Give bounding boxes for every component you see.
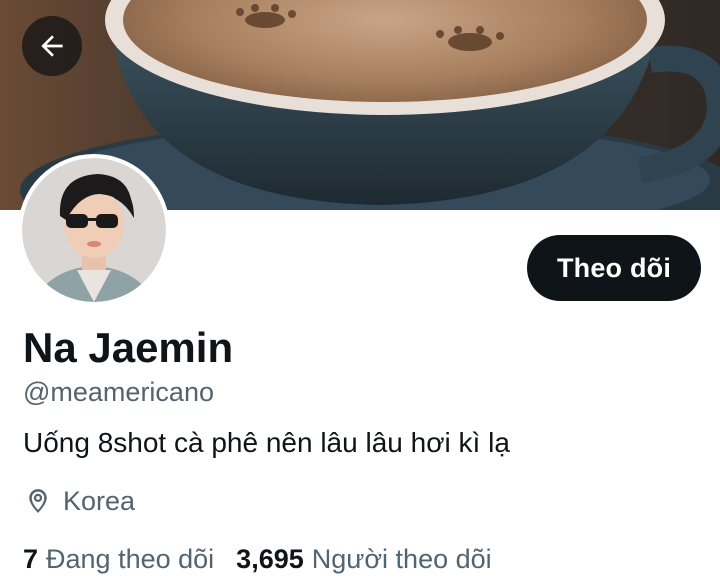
followers-stat[interactable]: 3,695 Người theo dõi [236, 544, 491, 575]
profile-bio: Uống 8shot cà phê nên lâu lâu hơi kì lạ [23, 427, 510, 458]
arrow-left-icon [41, 35, 63, 57]
follow-stats: 7 Đang theo dõi 3,695 Người theo dõi [23, 541, 492, 577]
profile-handle: @meamericano [23, 377, 214, 407]
avatar-image [22, 158, 166, 302]
location-text: Korea [63, 485, 136, 516]
following-label: Đang theo dõi [46, 543, 215, 574]
back-button[interactable] [22, 16, 82, 76]
following-count: 7 [23, 543, 39, 574]
profile-avatar[interactable] [18, 154, 170, 306]
map-pin-icon [23, 486, 53, 516]
profile-location: Korea [23, 484, 135, 518]
followers-label: Người theo dõi [311, 543, 492, 574]
follow-button[interactable]: Theo dõi [527, 235, 701, 301]
followers-count: 3,695 [236, 543, 304, 574]
following-stat[interactable]: 7 Đang theo dõi [23, 544, 214, 575]
display-name: Na Jaemin [23, 324, 234, 371]
